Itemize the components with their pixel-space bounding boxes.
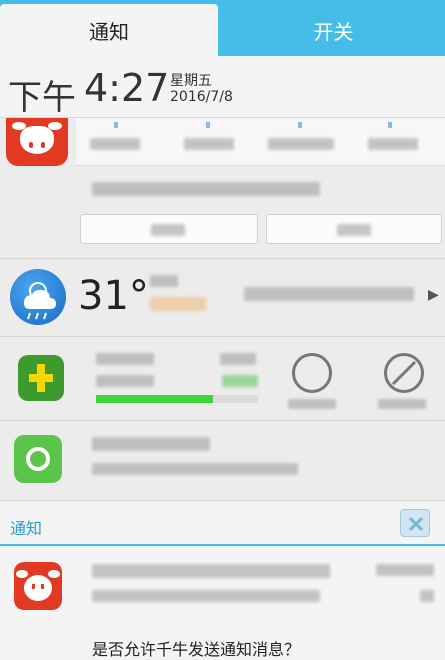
stat-value-1 bbox=[220, 353, 256, 365]
notification-prompt-text bbox=[92, 182, 320, 196]
notif-count bbox=[420, 590, 434, 602]
date-label[interactable]: 2016/7/8 bbox=[170, 89, 233, 105]
security-app-notification[interactable] bbox=[0, 336, 445, 420]
quick-action-3[interactable] bbox=[268, 138, 334, 150]
qianniu-notification-card bbox=[0, 118, 445, 258]
lock-subtitle bbox=[92, 463, 298, 475]
tab-switches[interactable]: 开关 bbox=[222, 4, 445, 56]
quick-action-4[interactable] bbox=[368, 138, 418, 150]
stat-label-1 bbox=[96, 353, 154, 365]
tab-notifications[interactable]: 通知 bbox=[0, 4, 218, 56]
qianniu-permission-notification[interactable]: 是否允许千牛发送通知消息？ bbox=[0, 546, 445, 660]
notifications-section-header: 通知 bbox=[0, 500, 445, 546]
lock-app-notification[interactable] bbox=[0, 420, 445, 500]
speedup-icon[interactable] bbox=[292, 353, 332, 393]
stat-value-2 bbox=[222, 375, 258, 387]
weekday-label: 星期五 bbox=[170, 73, 212, 89]
speedup-label bbox=[288, 399, 336, 409]
chevron-right-icon[interactable]: ▶ bbox=[428, 287, 439, 303]
lock-icon bbox=[14, 435, 62, 483]
weather-cloud-icon bbox=[10, 269, 66, 325]
stat-label-2 bbox=[96, 375, 154, 387]
cleanup-progress-bar bbox=[96, 395, 258, 403]
notif-time bbox=[376, 564, 434, 576]
clear-all-icon[interactable] bbox=[400, 509, 430, 537]
time-ampm: 下午 bbox=[8, 78, 76, 118]
weather-detail bbox=[244, 287, 414, 301]
security-plus-icon bbox=[18, 355, 64, 401]
allow-button[interactable] bbox=[80, 214, 258, 244]
tab-bar: 通知 开关 bbox=[0, 0, 445, 56]
lock-title bbox=[92, 437, 210, 451]
disable-label bbox=[378, 399, 426, 409]
time-header: 下午 4:27 星期五 2016/7/8 bbox=[0, 56, 445, 118]
weather-notification[interactable]: 31° ▶ bbox=[0, 258, 445, 336]
quick-action-2[interactable] bbox=[184, 138, 234, 150]
notif-body bbox=[92, 590, 320, 602]
qianniu-app-icon-small bbox=[14, 562, 62, 610]
disable-icon[interactable] bbox=[384, 353, 424, 393]
air-quality-badge bbox=[150, 297, 206, 311]
qianniu-app-icon bbox=[6, 118, 68, 166]
section-title: 通知 bbox=[10, 519, 43, 538]
weather-desc bbox=[150, 275, 178, 287]
quick-actions-strip bbox=[76, 118, 445, 166]
clock-time: 4:27 bbox=[84, 66, 170, 110]
deny-button[interactable] bbox=[266, 214, 442, 244]
quick-action-1[interactable] bbox=[90, 138, 140, 150]
notif-title bbox=[92, 564, 330, 578]
temperature-value: 31° bbox=[78, 273, 149, 319]
permission-question: 是否允许千牛发送通知消息？ bbox=[92, 640, 301, 659]
